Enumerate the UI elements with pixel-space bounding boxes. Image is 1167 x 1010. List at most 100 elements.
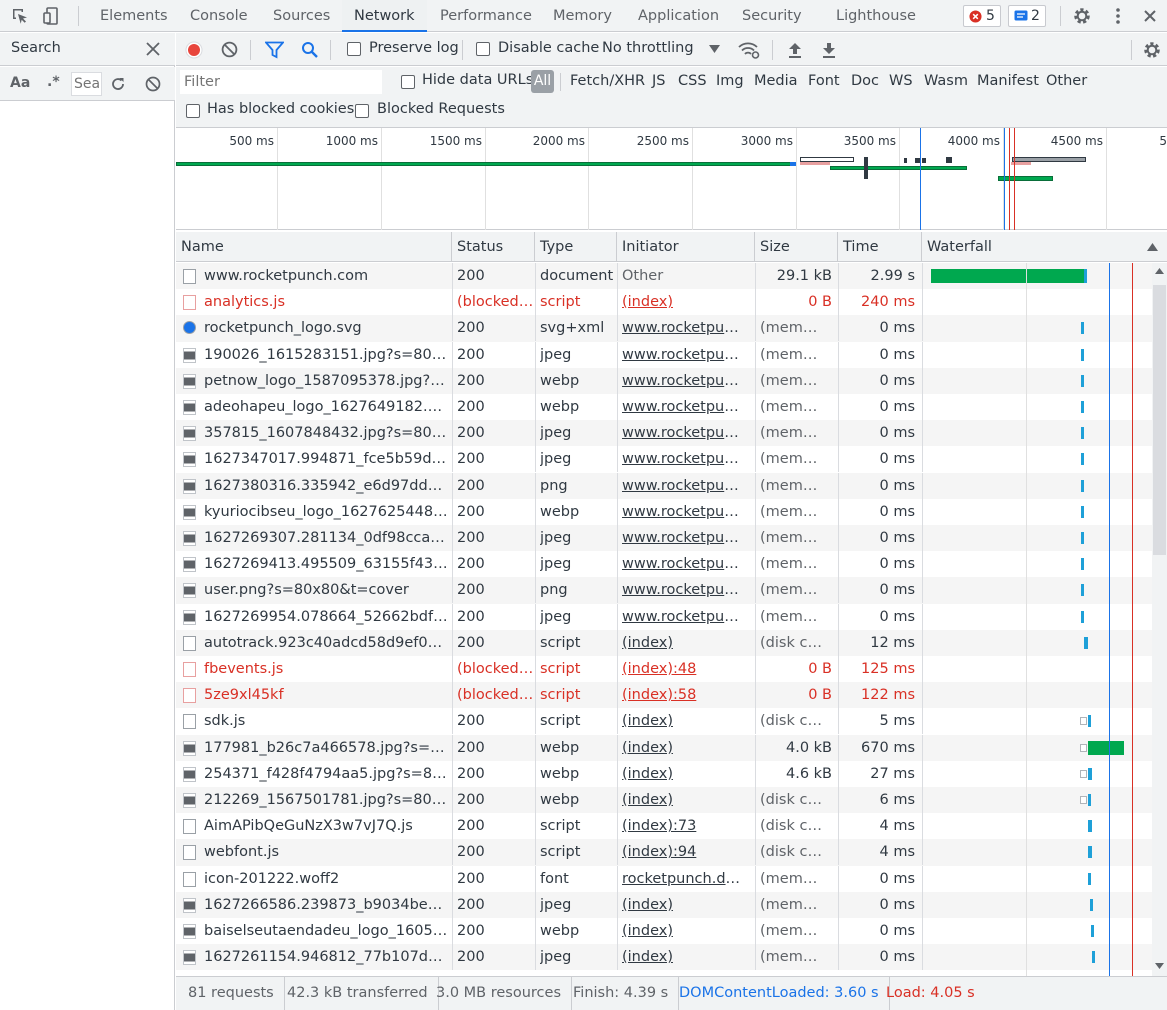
sort-ascending-icon[interactable]	[1147, 243, 1158, 251]
table-row[interactable]: autotrack.923c40adcd58d9ef0cb4.js 200 scri…	[176, 629, 1152, 656]
cell-initiator[interactable]: (index):94	[622, 839, 745, 865]
table-row[interactable]: 177981_b26c7a466578.jpg?s=80x8... 200 webp…	[176, 734, 1152, 761]
waterfall-bar[interactable]	[1092, 951, 1095, 964]
export-har-icon[interactable]	[821, 41, 837, 58]
table-row[interactable]: 1627347017.994871_fce5b59d358... 200 jpeg w…	[176, 446, 1152, 473]
close-devtools-icon[interactable]	[1140, 6, 1160, 26]
network-conditions-icon[interactable]	[738, 41, 760, 59]
waterfall-bar[interactable]	[1081, 558, 1084, 571]
cell-name[interactable]: rocketpunch_logo.svg	[204, 315, 449, 341]
table-row[interactable]: 5ze9xl45kf (blocked:... script (index):58 0 …	[176, 682, 1152, 709]
record-icon[interactable]	[185, 41, 203, 59]
tab-sources[interactable]: Sources	[273, 0, 330, 32]
table-row[interactable]: sdk.js 200 script (index) (disk cac... 5 ms	[176, 708, 1152, 735]
cell-name[interactable]: autotrack.923c40adcd58d9ef0cb4.js	[204, 630, 449, 656]
filter-font[interactable]: Font	[808, 67, 840, 95]
cell-name[interactable]: www.rocketpunch.com	[204, 263, 449, 289]
cell-initiator[interactable]: www.rocketpunc...	[622, 604, 745, 630]
column-initiator[interactable]: Initiator	[617, 232, 755, 262]
cell-name[interactable]: 1627347017.994871_fce5b59d358...	[204, 446, 449, 472]
column-status[interactable]: Status	[452, 232, 535, 262]
waterfall-bar[interactable]	[1081, 532, 1084, 544]
filter-media[interactable]: Media	[754, 67, 798, 95]
cell-name[interactable]: AimAPibQeGuNzX3w7vJ7Q.js	[204, 813, 449, 839]
waterfall-bar[interactable]	[1081, 584, 1084, 597]
cell-name[interactable]: 1627269954.078664_52662bdfa8d...	[204, 604, 449, 630]
table-row[interactable]: 1627269413.495509_63155f43756... 200 jpeg w…	[176, 551, 1152, 578]
cell-initiator[interactable]: www.rocketpunc...	[622, 315, 745, 341]
tab-memory[interactable]: Memory	[553, 0, 612, 32]
waterfall-bar[interactable]	[1081, 505, 1084, 518]
cell-name[interactable]: user.png?s=80x80&t=cover	[204, 577, 449, 603]
waterfall-bar[interactable]	[1081, 479, 1084, 492]
table-row[interactable]: adeohapeu_logo_1627649182.png... 200 webp w…	[176, 394, 1152, 420]
cell-initiator[interactable]: www.rocketpunc...	[622, 577, 745, 603]
waterfall-bar[interactable]	[1081, 374, 1084, 387]
filter-icon[interactable]	[265, 41, 284, 59]
hide-data-urls-checkbox[interactable]	[401, 75, 415, 89]
cell-name[interactable]: icon-201222.woff2	[204, 866, 449, 892]
cell-initiator[interactable]: (index)	[622, 892, 745, 918]
blocked-requests-checkbox[interactable]	[355, 104, 369, 118]
cell-initiator[interactable]: (index)	[622, 787, 745, 813]
tab-console[interactable]: Console	[190, 0, 248, 32]
filter-other[interactable]: Other	[1046, 67, 1087, 95]
cell-name[interactable]: 5ze9xl45kf	[204, 682, 449, 708]
waterfall-bar[interactable]	[1081, 610, 1084, 623]
table-row[interactable]: 190026_1615283151.jpg?s=80x80... 200 jpeg w…	[176, 341, 1152, 368]
cell-name[interactable]: 177981_b26c7a466578.jpg?s=80x8...	[204, 735, 449, 761]
table-row[interactable]: rocketpunch_logo.svg 200 svg+xml www.rocket…	[176, 315, 1152, 342]
scrollbar-thumb[interactable]	[1153, 285, 1166, 555]
cell-initiator[interactable]: (index)	[622, 944, 745, 970]
cell-initiator[interactable]: www.rocketpunc...	[622, 394, 745, 420]
table-row[interactable]: petnow_logo_1587095378.jpg?s=1... 200 webp…	[176, 367, 1152, 394]
cell-name[interactable]: baiselseutaendadeu_logo_1605665...	[204, 918, 449, 944]
messages-badge[interactable]: 2	[1008, 5, 1046, 27]
clear-search-icon[interactable]	[145, 76, 161, 92]
waterfall-bar[interactable]	[931, 269, 1084, 283]
table-row[interactable]: 1627266586.239873_b9034be9ad8... 200 jpeg (…	[176, 891, 1152, 918]
device-toolbar-icon[interactable]	[43, 6, 63, 26]
cell-name[interactable]: kyuriocibseu_logo_1627625448.jpe...	[204, 499, 449, 525]
table-row[interactable]: 254371_f428f4794aa5.jpg?s=80x8... 200 webp…	[176, 760, 1152, 787]
tab-network[interactable]: Network	[342, 0, 427, 32]
cell-name[interactable]: 1627261154.946812_77b107dd359...	[204, 944, 449, 970]
close-search-icon[interactable]	[146, 42, 160, 56]
clear-log-icon[interactable]	[221, 41, 238, 58]
filter-js[interactable]: JS	[652, 67, 665, 95]
cell-initiator[interactable]: (index)	[622, 708, 745, 734]
waterfall-bar[interactable]	[1081, 401, 1084, 413]
throttling-select[interactable]: No throttling	[602, 40, 694, 56]
match-case-button[interactable]: Aa	[10, 75, 30, 91]
table-row[interactable]: kyuriocibseu_logo_1627625448.jpe... 200 we…	[176, 498, 1152, 525]
table-row[interactable]: 1627380316.335942_e6d97dd3537... 200 png ww…	[176, 472, 1152, 499]
waterfall-bar[interactable]	[1081, 453, 1084, 466]
waterfall-bar[interactable]	[1088, 820, 1092, 833]
cell-name[interactable]: 254371_f428f4794aa5.jpg?s=80x8...	[204, 761, 449, 787]
cell-name[interactable]: petnow_logo_1587095378.jpg?s=1...	[204, 368, 449, 394]
waterfall-bar[interactable]	[1088, 846, 1092, 859]
cell-name[interactable]: 1627380316.335942_e6d97dd3537...	[204, 473, 449, 499]
waterfall-bar[interactable]	[1088, 715, 1091, 728]
waterfall-bar[interactable]	[1081, 322, 1084, 335]
filter-doc[interactable]: Doc	[851, 67, 879, 95]
filter-wasm[interactable]: Wasm	[924, 67, 968, 95]
settings-gear-icon[interactable]	[1072, 6, 1092, 26]
filter-all-button[interactable]: All	[531, 70, 554, 93]
waterfall-bar[interactable]	[1090, 898, 1093, 911]
table-row[interactable]: www.rocketpunch.com 200 document Other 29.1 …	[176, 263, 1152, 290]
cell-name[interactable]: 190026_1615283151.jpg?s=80x80...	[204, 342, 449, 368]
table-row[interactable]: webfont.js 200 script (index):94 (disk cac..…	[176, 839, 1152, 866]
cell-initiator[interactable]: www.rocketpunc...	[622, 499, 745, 525]
column-size[interactable]: Size	[755, 232, 838, 262]
table-row[interactable]: icon-201222.woff2 200 font rocketpunch.d52.…	[176, 865, 1152, 892]
import-har-icon[interactable]	[787, 41, 803, 58]
scroll-up-icon[interactable]	[1155, 268, 1164, 274]
table-row[interactable]: user.png?s=80x80&t=cover 200 png www.rocket…	[176, 577, 1152, 604]
cell-initiator[interactable]: www.rocketpunc...	[622, 420, 745, 446]
waterfall-bar[interactable]	[1088, 794, 1091, 806]
search-input[interactable]	[71, 72, 102, 96]
filter-css[interactable]: CSS	[678, 67, 707, 95]
cell-initiator[interactable]: (index)	[622, 630, 745, 656]
cell-name[interactable]: 1627266586.239873_b9034be9ad8...	[204, 892, 449, 918]
